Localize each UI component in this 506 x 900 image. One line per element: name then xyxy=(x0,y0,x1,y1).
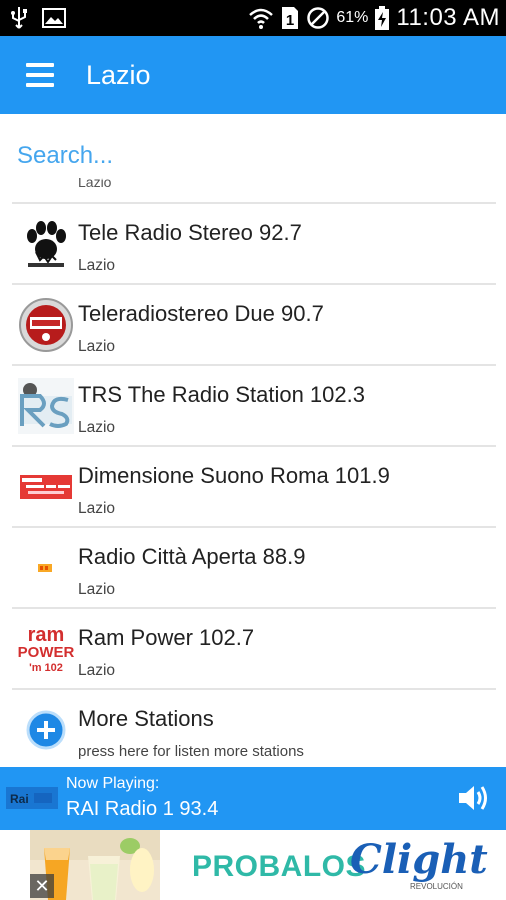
more-stations-item[interactable]: More Stations press here for listen more… xyxy=(12,688,496,769)
ad-headline: PROBALOS xyxy=(192,850,367,883)
ad-close-button[interactable]: ✕ xyxy=(30,874,54,898)
svg-text:'m 102: 'm 102 xyxy=(29,662,63,674)
page-title: Lazio xyxy=(86,60,151,90)
list-item[interactable]: ram POWER 'm 102 Ram Power 102.7 Lazio xyxy=(12,607,496,688)
wifi-icon xyxy=(249,8,274,29)
station-name: TRS The Radio Station 102.3 xyxy=(78,382,365,407)
volume-icon[interactable] xyxy=(456,781,490,815)
status-bar: 1 61% 11:03 AM xyxy=(0,0,506,36)
battery-charging-icon xyxy=(375,6,390,30)
now-playing-bar[interactable]: Rai Now Playing: RAI Radio 1 93.4 xyxy=(0,767,506,830)
paw-logo-icon xyxy=(27,221,66,267)
trs-logo-icon xyxy=(18,378,74,434)
station-name: Dimensione Suono Roma 101.9 xyxy=(78,463,390,488)
list-item[interactable]: Dimensione Suono Roma 101.9 Lazio xyxy=(12,445,496,526)
now-playing-thumb-text: Rai xyxy=(10,792,29,806)
list-item[interactable]: Tele Radio Stereo 92.7 Lazio xyxy=(12,202,496,283)
do-not-disturb-icon xyxy=(307,7,330,29)
station-name: Radio Città Aperta 88.9 xyxy=(78,544,306,569)
station-name: Tele Radio Stereo 92.7 xyxy=(78,220,302,245)
station-region: Lazio xyxy=(78,257,116,274)
svg-text:POWER: POWER xyxy=(18,644,74,661)
clock: 11:03 AM xyxy=(396,4,500,31)
now-playing-station: RAI Radio 1 93.4 xyxy=(66,798,219,820)
battery-percent: 61% xyxy=(336,9,369,26)
round-red-logo-icon xyxy=(19,298,73,352)
plus-circle-icon xyxy=(26,710,66,750)
list-item[interactable]: TRS The Radio Station 102.3 Lazio xyxy=(12,364,496,445)
now-playing-thumbnail: Rai xyxy=(6,787,58,809)
ad-brand-tagline: REVOLUCIÓN xyxy=(410,882,463,891)
station-region: Lazio xyxy=(78,581,116,598)
more-stations-title: More Stations xyxy=(78,706,214,731)
station-region: Lazio xyxy=(78,419,116,436)
partial-list-item-region: Lazio xyxy=(78,178,112,190)
now-playing-label: Now Playing: xyxy=(66,775,160,792)
ad-banner[interactable]: ✕ PROBALOS Clight REVOLUCIÓN xyxy=(0,830,506,900)
usb-icon xyxy=(11,7,27,29)
app-bar: Lazio xyxy=(0,36,506,114)
image-icon xyxy=(42,8,66,28)
dimensione-suono-logo-icon xyxy=(20,475,72,499)
sim-slot-label: 1 xyxy=(286,12,294,29)
station-name: Ram Power 102.7 xyxy=(78,625,255,650)
svg-text:ram: ram xyxy=(28,624,65,646)
search-row xyxy=(0,114,506,200)
station-name: Teleradiostereo Due 90.7 xyxy=(78,301,324,326)
ad-brand-logo: Clight xyxy=(350,836,488,883)
station-region: Lazio xyxy=(78,338,116,355)
more-stations-subtitle: press here for listen more stations xyxy=(78,743,304,760)
sim-icon: 1 xyxy=(282,7,299,29)
list-item[interactable]: Teleradiostereo Due 90.7 Lazio xyxy=(12,283,496,364)
station-region: Lazio xyxy=(78,662,116,679)
station-list: Tele Radio Stereo 92.7 Lazio Teleradiost… xyxy=(12,202,496,769)
radio-citta-aperta-logo-icon xyxy=(38,564,52,572)
search-input[interactable] xyxy=(10,136,490,176)
ram-power-logo-icon: ram POWER 'm 102 xyxy=(18,624,74,674)
list-item[interactable]: Radio Città Aperta 88.9 Lazio xyxy=(12,526,496,607)
menu-icon[interactable] xyxy=(26,63,54,87)
station-region: Lazio xyxy=(78,500,116,517)
